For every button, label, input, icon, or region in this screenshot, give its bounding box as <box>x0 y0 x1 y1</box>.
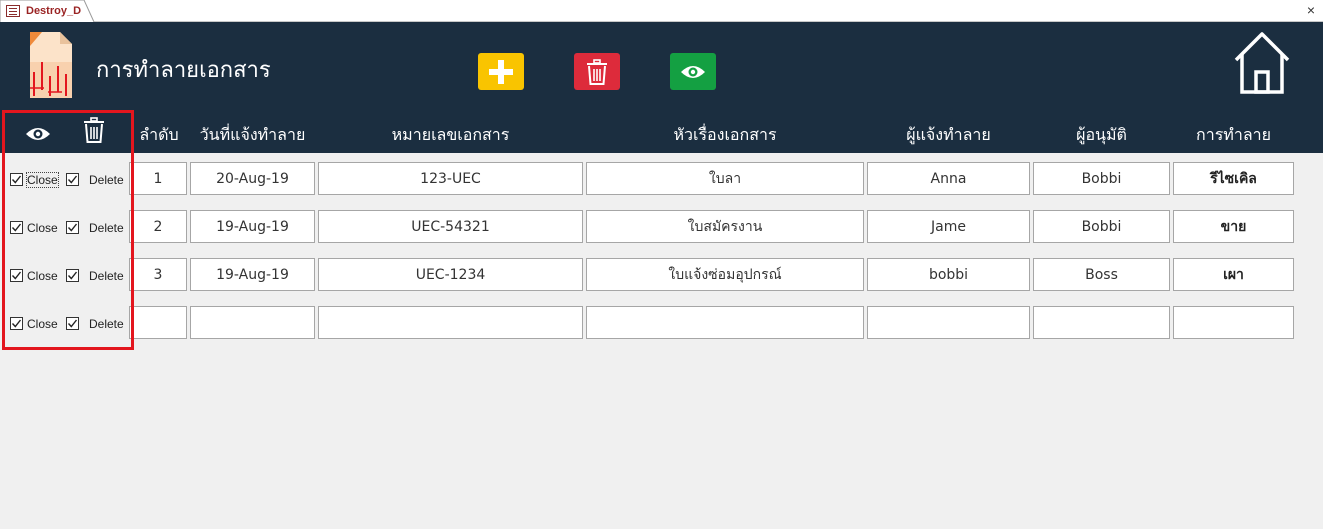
page-title: การทำลายเอกสาร <box>96 58 271 83</box>
close-checkbox[interactable] <box>10 173 23 186</box>
column-header-subject: หัวเรื่องเอกสาร <box>673 125 777 144</box>
delete-checkbox-label[interactable]: Delete <box>89 221 124 235</box>
form-icon <box>6 5 20 17</box>
close-checkbox[interactable] <box>10 317 23 330</box>
document-tab[interactable]: Destroy_D <box>0 0 96 22</box>
close-checkbox[interactable] <box>10 221 23 234</box>
column-header-method: การทำลาย <box>1196 125 1271 144</box>
cell-approver[interactable]: Bobbi <box>1033 162 1170 195</box>
document-logo-icon <box>30 32 72 98</box>
cell-no[interactable]: 2 <box>129 210 187 243</box>
plus-icon <box>489 59 513 84</box>
delete-checkbox-label[interactable]: Delete <box>89 317 124 331</box>
checkmark-icon <box>11 319 22 328</box>
delete-button[interactable] <box>574 53 620 90</box>
checkmark-icon <box>11 223 22 232</box>
checkmark-icon <box>11 271 22 280</box>
delete-checkbox[interactable] <box>66 317 79 330</box>
close-checkbox-label[interactable]: Close <box>27 269 58 283</box>
checkmark-icon <box>67 319 78 328</box>
checkmark-icon <box>67 223 78 232</box>
column-header-approver: ผู้อนุมัติ <box>1076 125 1127 144</box>
cell-date[interactable]: 20-Aug-19 <box>190 162 315 195</box>
cell-approver[interactable]: Boss <box>1033 258 1170 291</box>
cell-doc-no[interactable] <box>318 306 583 339</box>
cell-reporter[interactable]: Jame <box>867 210 1030 243</box>
view-column-eye-icon[interactable] <box>25 126 51 142</box>
cell-approver[interactable] <box>1033 306 1170 339</box>
delete-checkbox-label[interactable]: Delete <box>89 269 124 283</box>
column-header-reporter: ผู้แจ้งทำลาย <box>906 125 991 144</box>
cell-doc-no[interactable]: 123-UEC <box>318 162 583 195</box>
cell-no[interactable]: 3 <box>129 258 187 291</box>
trash-icon <box>587 58 607 85</box>
delete-checkbox[interactable] <box>66 269 79 282</box>
column-header-no: ลำดับ <box>139 125 179 144</box>
cell-date[interactable]: 19-Aug-19 <box>190 258 315 291</box>
cell-no[interactable]: 1 <box>129 162 187 195</box>
cell-no[interactable] <box>129 306 187 339</box>
delete-column-trash-icon[interactable] <box>83 117 105 143</box>
checkmark-icon <box>67 175 78 184</box>
cell-method[interactable]: ขาย <box>1173 210 1294 243</box>
cell-subject[interactable] <box>586 306 864 339</box>
title-bar: Destroy_D × <box>0 0 1323 22</box>
close-checkbox-label[interactable]: Close <box>26 172 59 188</box>
checkmark-icon <box>67 271 78 280</box>
cell-date[interactable]: 19-Aug-19 <box>190 210 315 243</box>
close-checkbox[interactable] <box>10 269 23 282</box>
tab-title: Destroy_D <box>26 5 82 17</box>
column-header-date: วันที่แจ้งทำลาย <box>199 125 306 144</box>
close-checkbox-label[interactable]: Close <box>27 317 58 331</box>
close-window-button[interactable]: × <box>1307 2 1315 18</box>
cell-approver[interactable]: Bobbi <box>1033 210 1170 243</box>
cell-reporter[interactable]: Anna <box>867 162 1030 195</box>
cell-doc-no[interactable]: UEC-1234 <box>318 258 583 291</box>
cell-reporter[interactable] <box>867 306 1030 339</box>
checkmark-icon <box>11 175 22 184</box>
eye-icon <box>681 65 705 78</box>
delete-checkbox[interactable] <box>66 221 79 234</box>
cell-method[interactable]: เผา <box>1173 258 1294 291</box>
delete-checkbox[interactable] <box>66 173 79 186</box>
cell-subject[interactable]: ใบแจ้งซ่อมอุปกรณ์ <box>586 258 864 291</box>
home-icon[interactable] <box>1232 28 1292 94</box>
close-checkbox-label[interactable]: Close <box>27 221 58 235</box>
form-header: การทำลายเอกสาร ลำดับ วันที่แจ้งทำลาย หมา… <box>0 22 1323 153</box>
delete-checkbox-label[interactable]: Delete <box>89 173 124 187</box>
add-button[interactable] <box>478 53 524 90</box>
cell-doc-no[interactable]: UEC-54321 <box>318 210 583 243</box>
cell-date[interactable] <box>190 306 315 339</box>
cell-method[interactable] <box>1173 306 1294 339</box>
column-header-doc-no: หมายเลขเอกสาร <box>391 125 510 144</box>
cell-reporter[interactable]: bobbi <box>867 258 1030 291</box>
cell-subject[interactable]: ใบลา <box>586 162 864 195</box>
view-button[interactable] <box>670 53 716 90</box>
cell-subject[interactable]: ใบสมัครงาน <box>586 210 864 243</box>
cell-method[interactable]: รีไซเคิล <box>1173 162 1294 195</box>
